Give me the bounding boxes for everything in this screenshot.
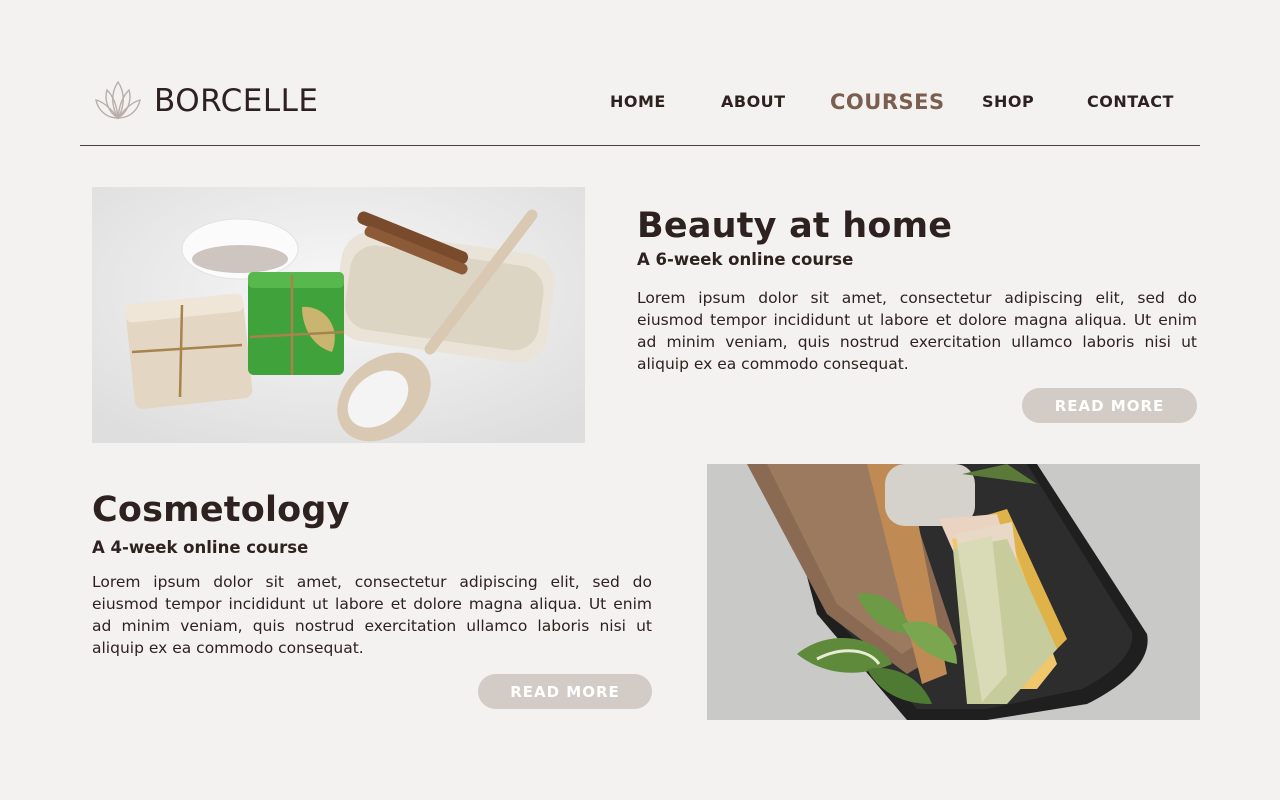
course-description-beauty-at-home: Lorem ipsum dolor sit amet, consectetur … (637, 289, 1197, 373)
nav-contact[interactable]: CONTACT (1087, 92, 1174, 111)
course-subtitle-beauty-at-home: A 6-week online course (637, 250, 854, 269)
course-title-cosmetology: Cosmetology (92, 490, 350, 530)
course-title-beauty-at-home: Beauty at home (637, 206, 953, 246)
course-subtitle-cosmetology: A 4-week online course (92, 538, 309, 557)
read-more-button-beauty-at-home[interactable]: READ MORE (1022, 388, 1197, 423)
main-nav: HOME ABOUT COURSES SHOP CONTACT (80, 90, 1200, 118)
course-image-beauty-at-home (92, 187, 585, 443)
nav-shop[interactable]: SHOP (982, 92, 1034, 111)
course-description-cosmetology: Lorem ipsum dolor sit amet, consectetur … (92, 573, 652, 657)
site-header: BORCELLE HOME ABOUT COURSES SHOP CONTACT (80, 78, 1200, 146)
read-more-button-cosmetology[interactable]: READ MORE (478, 674, 652, 709)
nav-courses[interactable]: COURSES (830, 90, 945, 114)
nav-home[interactable]: HOME (610, 92, 666, 111)
nav-about[interactable]: ABOUT (721, 92, 786, 111)
course-image-cosmetology (707, 464, 1200, 720)
